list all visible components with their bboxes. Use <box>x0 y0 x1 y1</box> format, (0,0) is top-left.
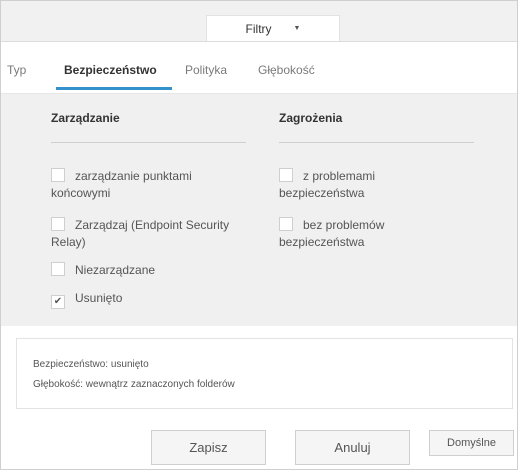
option-without-security-issues[interactable]: bez problemów bezpieczeństwa <box>279 217 439 251</box>
checkbox-checked[interactable]: ✔ <box>51 295 65 309</box>
option-with-security-issues[interactable]: z problemami bezpieczeństwa <box>279 168 439 202</box>
option-label: z problemami bezpieczeństwa <box>279 169 376 200</box>
filter-dialog: Filtry ▼ Typ Bezpieczeństwo Polityka Głę… <box>0 0 518 470</box>
tab-depth[interactable]: Głębokość <box>258 63 315 77</box>
checkbox[interactable] <box>51 262 65 276</box>
summary-security: Bezpieczeństwo: usunięto <box>33 359 149 370</box>
threats-heading: Zagrożenia <box>279 111 343 125</box>
option-deleted[interactable]: ✔ Usunięto <box>51 290 251 309</box>
dialog-header: Filtry ▼ <box>1 1 517 42</box>
option-label: bez problemów bezpieczeństwa <box>279 218 385 249</box>
summary-depth: Głębokość: wewnątrz zaznaczonych folderó… <box>33 379 235 390</box>
caret-down-icon: ▼ <box>293 25 301 32</box>
check-icon: ✔ <box>53 296 63 307</box>
active-tab-indicator <box>56 87 172 90</box>
save-button[interactable]: Zapisz <box>151 430 266 465</box>
option-unmanaged[interactable]: Niezarządzane <box>51 262 251 279</box>
filters-dropdown[interactable]: Filtry ▼ <box>206 15 340 41</box>
option-label: zarządzanie punktami końcowymi <box>51 169 192 200</box>
tab-type[interactable]: Typ <box>7 63 26 77</box>
checkbox[interactable] <box>51 168 65 182</box>
option-managed-relay[interactable]: Zarządzaj (Endpoint Security Relay) <box>51 217 251 251</box>
option-label: Usunięto <box>75 291 123 305</box>
tab-bar: Typ Bezpieczeństwo Polityka Głębokość <box>1 42 517 94</box>
tab-security[interactable]: Bezpieczeństwo <box>64 63 157 77</box>
filters-dropdown-label: Filtry <box>245 21 272 36</box>
security-panel: Zarządzanie Zagrożenia zarządzanie punkt… <box>1 94 517 326</box>
cancel-button[interactable]: Anuluj <box>295 430 410 465</box>
option-label: Niezarządzane <box>75 263 156 277</box>
threats-divider <box>279 142 474 143</box>
checkbox[interactable] <box>279 168 293 182</box>
management-divider <box>51 142 246 143</box>
checkbox[interactable] <box>51 217 65 231</box>
management-heading: Zarządzanie <box>51 111 120 125</box>
option-managed-endpoints[interactable]: zarządzanie punktami końcowymi <box>51 168 251 202</box>
checkbox[interactable] <box>279 217 293 231</box>
option-label: Zarządzaj (Endpoint Security Relay) <box>51 218 230 249</box>
filter-summary: Bezpieczeństwo: usunięto Głębokość: wewn… <box>16 338 513 409</box>
defaults-button[interactable]: Domyślne <box>429 430 514 456</box>
tab-policy[interactable]: Polityka <box>185 63 227 77</box>
